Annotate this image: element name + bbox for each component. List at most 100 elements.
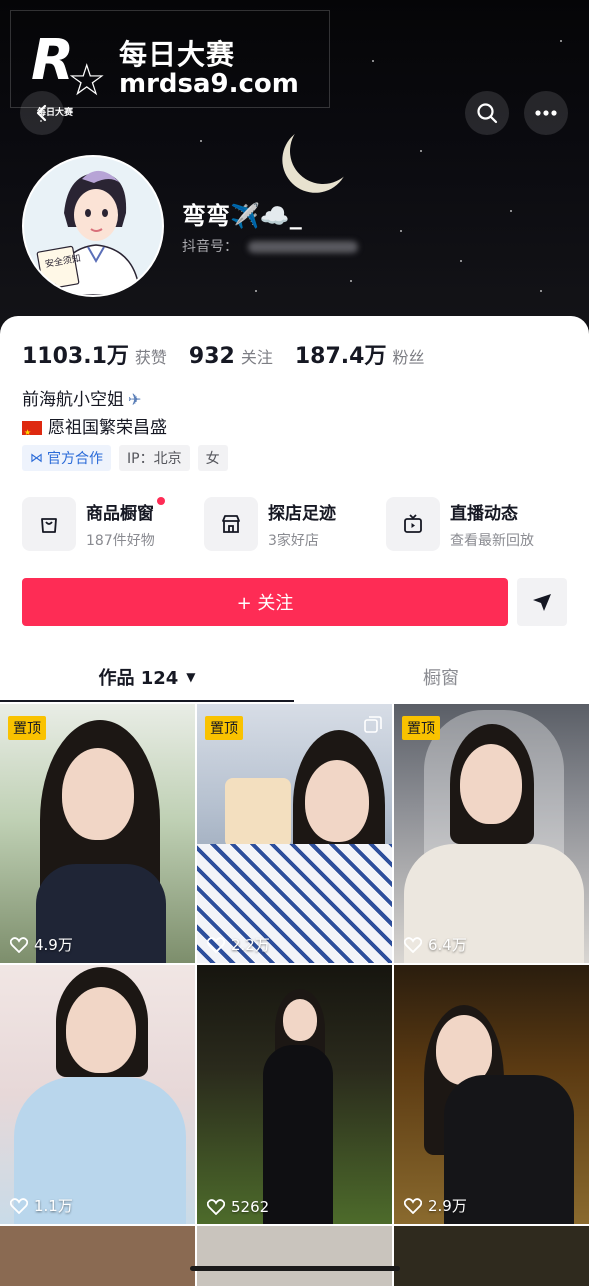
service-store-visits[interactable]: 探店足迹 3家好店 — [204, 497, 386, 551]
like-count-value: 1.1万 — [34, 1197, 73, 1215]
like-count-value: 2.2万 — [231, 936, 270, 954]
services-row: 商品橱窗 187件好物 探店足迹 3家好店 直播动态 查看最新回放 — [22, 497, 568, 551]
service-sub: 查看最新回放 — [450, 533, 534, 549]
china-flag-icon — [22, 420, 42, 446]
tag-label: 女 — [205, 451, 220, 467]
star — [420, 150, 422, 152]
nickname: 弯弯✈️☁️_ — [182, 202, 302, 230]
video-thumbnail[interactable]: 置顶 6.4万 — [394, 704, 589, 963]
heart-icon — [10, 936, 28, 953]
send-icon — [533, 594, 551, 611]
video-thumbnail[interactable]: 置顶 2.2万 — [197, 704, 392, 963]
tab-label: 作品 124 — [98, 668, 179, 689]
notification-dot — [156, 497, 165, 505]
stat-likes[interactable]: 1103.1万 获赞 — [22, 338, 167, 370]
avatar[interactable]: 安全须知 — [22, 155, 164, 297]
service-title: 直播动态 — [450, 504, 518, 524]
home-indicator[interactable] — [190, 1266, 400, 1271]
tv-icon — [386, 497, 440, 551]
star — [350, 280, 352, 282]
star — [400, 230, 402, 232]
like-count: 6.4万 — [404, 934, 467, 955]
star — [200, 140, 202, 142]
pinned-badge: 置顶 — [8, 716, 46, 740]
stat-label: 获赞 — [134, 348, 167, 367]
watermark: R ☆ 每日大赛 每日大赛 mrdsa9.com — [10, 10, 330, 118]
video-thumbnail[interactable]: 置顶 4.9万 — [0, 704, 195, 963]
stat-value: 932 — [188, 344, 235, 369]
heart-icon — [404, 1197, 422, 1214]
multi-image-icon — [364, 716, 382, 733]
service-sub: 3家好店 — [268, 533, 319, 549]
service-shop-window[interactable]: 商品橱窗 187件好物 — [22, 497, 204, 551]
official-icon: ⋈ — [30, 450, 43, 466]
stat-value: 187.4万 — [294, 344, 387, 369]
bio: 前海航小空姐 ✈ 愿祖国繁荣昌盛 — [22, 386, 167, 446]
stat-followers[interactable]: 187.4万 粉丝 — [295, 338, 425, 370]
bio-line: 前海航小空姐 — [22, 390, 124, 410]
bio-line: 愿祖国繁荣昌盛 — [48, 418, 167, 438]
content-tabs: 作品 124 ▼ 橱窗 — [0, 652, 589, 704]
tag-official[interactable]: ⋈ 官方合作 — [22, 445, 111, 471]
star — [560, 40, 562, 42]
pinned-badge: 置顶 — [402, 716, 440, 740]
heart-icon — [404, 936, 422, 953]
service-live[interactable]: 直播动态 查看最新回放 — [386, 497, 568, 551]
avatar-illustration: 安全须知 — [24, 157, 162, 295]
douyin-id[interactable]: 抖音号： — [182, 236, 358, 256]
video-thumbnail[interactable] — [0, 1226, 195, 1286]
stat-label: 关注 — [240, 348, 273, 367]
moon-decoration — [281, 109, 364, 192]
tab-label: 橱窗 — [423, 668, 459, 689]
follow-button[interactable]: + 关注 — [22, 578, 508, 626]
star — [460, 260, 462, 262]
more-horizontal-icon — [535, 110, 557, 116]
store-icon — [204, 497, 258, 551]
service-sub: 187件好物 — [86, 533, 155, 549]
watermark-title: 每日大赛 — [119, 38, 236, 71]
stats-row: 1103.1万 获赞 932 关注 187.4万 粉丝 — [22, 338, 446, 370]
watermark-url: mrdsa9.com — [119, 69, 299, 99]
stat-label: 粉丝 — [392, 348, 425, 367]
tag-label: IP：北京 — [127, 451, 182, 467]
like-count: 2.2万 — [207, 934, 270, 955]
tab-shop-window[interactable]: 橱窗 — [294, 652, 588, 702]
douyin-id-blurred — [248, 241, 358, 253]
photo-subject-face — [305, 760, 369, 842]
photo-subject-face — [66, 987, 136, 1073]
like-count: 2.9万 — [404, 1195, 467, 1216]
like-count-value: 4.9万 — [34, 936, 73, 954]
star — [255, 290, 257, 292]
tag-ip: IP：北京 — [119, 445, 190, 471]
video-thumbnail[interactable]: 1.1万 — [0, 965, 195, 1224]
like-count: 1.1万 — [10, 1195, 73, 1216]
search-button[interactable] — [465, 91, 509, 135]
photo-subject-body — [263, 1045, 333, 1224]
airplane-icon: ✈ — [128, 390, 142, 409]
video-thumbnail[interactable]: 5262 — [197, 965, 392, 1224]
chevron-left-icon — [36, 104, 47, 122]
like-count-value: 5262 — [231, 1198, 270, 1216]
caret-down-icon: ▼ — [186, 670, 196, 684]
back-button[interactable] — [20, 91, 64, 135]
star — [510, 210, 512, 212]
stat-value: 1103.1万 — [22, 344, 129, 369]
pinned-badge: 置顶 — [205, 716, 243, 740]
like-count: 5262 — [207, 1198, 269, 1216]
photo-sticker-cover — [225, 778, 291, 848]
star — [540, 290, 542, 292]
photo-subject-face — [460, 744, 522, 824]
heart-icon — [207, 1199, 225, 1215]
profile-header-background: R ☆ 每日大赛 每日大赛 mrdsa9.com 安全须知 弯弯✈️☁️_ 抖音… — [0, 0, 589, 340]
photo-subject-face — [62, 748, 134, 840]
more-button[interactable] — [524, 91, 568, 135]
tab-works[interactable]: 作品 124 ▼ — [0, 652, 294, 702]
photo-subject-face — [283, 999, 317, 1041]
video-thumbnail[interactable]: 2.9万 — [394, 965, 589, 1224]
stat-following[interactable]: 932 关注 — [189, 344, 273, 369]
like-count-value: 2.9万 — [428, 1197, 467, 1215]
video-thumbnail[interactable] — [394, 1226, 589, 1286]
send-message-button[interactable] — [517, 578, 567, 626]
video-thumbnail[interactable] — [197, 1226, 392, 1286]
tag-gender: 女 — [197, 445, 228, 471]
